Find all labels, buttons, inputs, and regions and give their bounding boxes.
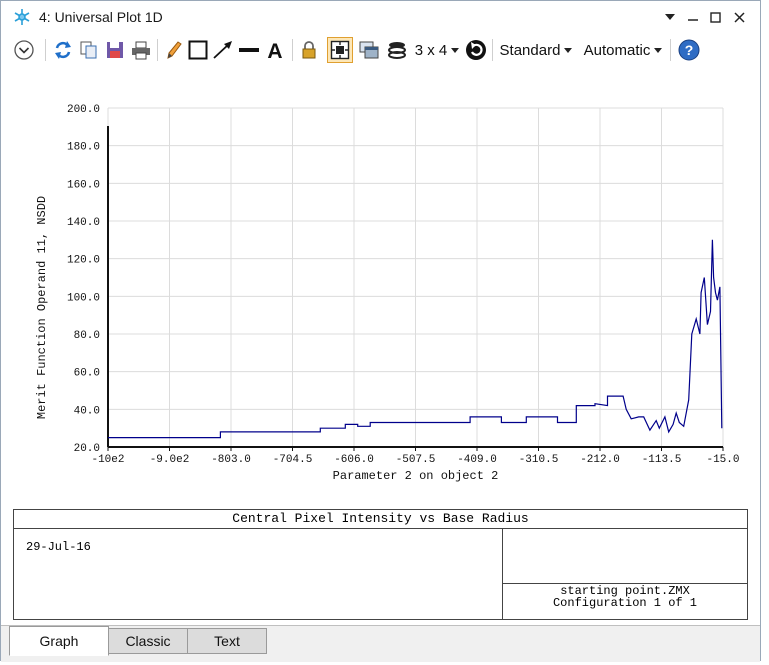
style-label: Standard [499,41,561,59]
y-axis-label: Merit Function Operand 11, NSDD [35,196,49,419]
tab-classic[interactable]: Classic [108,628,188,654]
chevron-down-circle-icon [14,40,34,60]
settings-expand-button[interactable] [11,37,37,63]
update-button[interactable] [51,37,75,63]
scale-label: Automatic [583,41,651,59]
minimize-icon [688,19,698,21]
y-tick-label: 160.0 [67,179,100,191]
layout-label: 3 x 4 [414,41,448,59]
tab-graph[interactable]: Graph [9,626,109,656]
x-tick-label: -606.0 [334,454,374,466]
dropdown-arrow-icon [451,47,460,53]
copy-icon [80,41,97,59]
printer-icon [132,41,150,60]
refresh-icon [55,41,71,59]
plot-window: 4: Universal Plot 1D A 3 x 4 Standard Au… [0,0,761,662]
window-layout-button[interactable] [356,37,382,63]
close-icon [733,11,745,23]
maximize-icon [709,11,721,23]
scale-dropdown[interactable]: Automatic [580,37,666,63]
x-tick-label: -310.5 [519,454,559,466]
y-tick-label: 140.0 [67,217,100,229]
text-icon: A [267,40,282,61]
y-tick-label: 40.0 [74,405,100,417]
y-tick-label: 180.0 [67,142,100,154]
close-button[interactable] [728,7,750,27]
x-axis-label: Parameter 2 on object 2 [333,469,499,483]
windows-icon [359,41,379,59]
tab-classic-label: Classic [125,633,171,649]
style-dropdown[interactable]: Standard [498,37,574,63]
help-icon: ? [678,39,700,61]
x-tick-label: -10e2 [91,454,124,466]
line-chart: 20.040.060.080.0100.0120.0140.0160.0180.… [35,104,740,483]
crosshair-grid-icon [330,40,350,60]
window-title: 4: Universal Plot 1D [39,9,163,25]
x-tick-label: -212.0 [580,454,620,466]
rotate-icon [466,40,486,60]
plot-info-box: Central Pixel Intensity vs Base Radius 2… [13,509,748,620]
copy-button[interactable] [77,37,101,63]
svg-text:A: A [267,40,282,61]
pencil-tool[interactable] [163,37,185,63]
line-icon [239,48,259,52]
line-tool[interactable] [237,37,261,63]
view-tabs: Graph Classic Text [1,625,760,662]
help-button[interactable]: ? [676,37,702,63]
grid [107,107,724,448]
rectangle-tool[interactable] [187,37,209,63]
rectangle-icon [188,40,208,60]
layers-button[interactable] [385,37,409,63]
x-tick-label: -507.5 [396,454,436,466]
svg-text:?: ? [685,42,694,58]
arrow-line-icon [213,41,232,59]
x-tick-label: -803.0 [211,454,251,466]
plot-area: 20.0 40.0 60.0 80.0 100.0 120.0 140.0 160.0 180.… [1,67,760,507]
series-group [108,239,723,439]
configuration-text: Configuration 1 of 1 [552,596,698,610]
tab-text[interactable]: Text [187,628,267,654]
print-button[interactable] [129,37,153,63]
zoom-toggle-button[interactable] [327,37,353,63]
toolbar: A 3 x 4 Standard Automatic ? [1,33,760,68]
y-tick-label: 80.0 [74,330,100,342]
layers-icon [388,42,406,59]
y-tick-label: 100.0 [67,292,100,304]
maximize-button[interactable] [704,7,726,27]
y-tick-label: 60.0 [74,368,100,380]
x-tick-label: -704.5 [273,454,313,466]
y-tick-label: 120.0 [67,255,100,267]
pencil-icon [167,41,182,59]
text-tool[interactable]: A [263,37,287,63]
tab-text-label: Text [214,633,240,649]
zemax-icon [14,9,30,25]
plot-date: 29-Jul-16 [26,540,91,554]
save-icon [107,42,123,58]
lock-icon [302,41,316,59]
x-tick-label: -409.0 [457,454,497,466]
dropdown-arrow-icon [665,14,675,20]
x-tick-labels: -10e2 -9.0e2 -803.0 -704.5 -606.0 -507.5 -409.… [91,447,740,466]
x-tick-label: -15.0 [706,454,739,466]
rotate-button[interactable] [463,37,489,63]
series-line [108,239,723,439]
y-tick-label: 200.0 [67,104,100,116]
x-tick-label: -113.5 [642,454,682,466]
y-tick-labels: 20.040.060.080.0100.0120.0140.0160.0180.… [67,104,100,455]
window-menu-button[interactable] [659,7,681,27]
arrow-tool[interactable] [211,37,235,63]
dropdown-arrow-icon [654,47,663,53]
plot-title: Central Pixel Intensity vs Base Radius [14,510,747,529]
dropdown-arrow-icon [564,47,573,53]
layout-dropdown[interactable]: 3 x 4 [413,37,461,63]
x-tick-label: -9.0e2 [150,454,190,466]
minimize-button[interactable] [682,7,704,27]
save-button[interactable] [103,37,127,63]
tab-graph-label: Graph [39,633,79,649]
lock-button[interactable] [297,37,321,63]
title-bar: 4: Universal Plot 1D [1,1,760,33]
